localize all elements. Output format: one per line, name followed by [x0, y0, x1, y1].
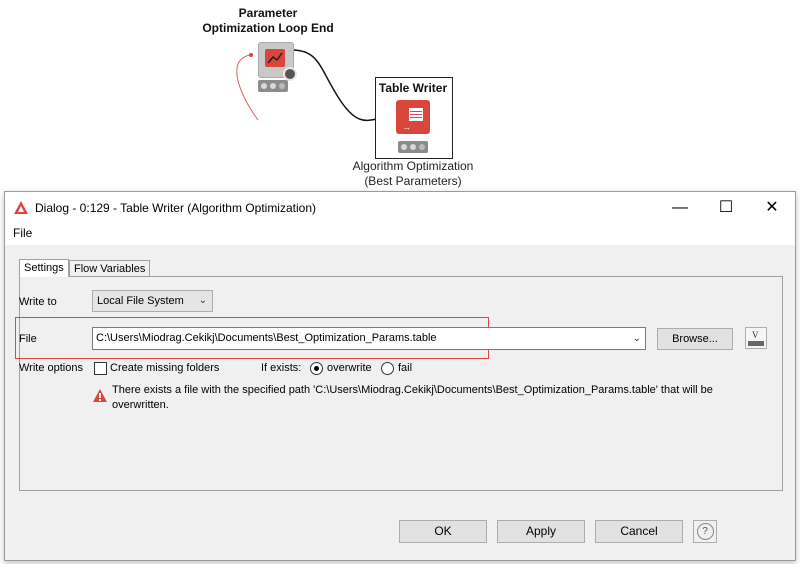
dialog-menubar: File [5, 223, 795, 245]
apply-button[interactable]: Apply [497, 520, 585, 543]
help-icon: ? [696, 523, 714, 540]
dialog-titlebar[interactable]: Dialog - 0:129 - Table Writer (Algorithm… [5, 192, 795, 223]
overwrite-label[interactable]: overwrite [327, 362, 372, 374]
file-path-value: C:\Users\Miodrag.Cekikj\Documents\Best_O… [96, 332, 437, 344]
write-options-label: Write options [19, 362, 83, 374]
table-writer-status-lights [398, 141, 428, 153]
loop-end-node[interactable] [258, 42, 297, 81]
warning-line-2: overwritten. [112, 399, 169, 411]
table-writer-caption-2: (Best Parameters) [364, 174, 462, 188]
chevron-down-icon: ⌄ [632, 333, 641, 344]
browse-button[interactable]: Browse... [657, 328, 733, 350]
write-to-label: Write to [19, 296, 57, 308]
maximize-button[interactable]: ☐ [703, 192, 749, 223]
write-to-select[interactable]: Local File System ⌄ [92, 290, 213, 312]
help-button[interactable]: ? [693, 520, 717, 543]
warning-line-1: There exists a file with the specified p… [112, 384, 713, 396]
loop-end-node-title-2: Optimization Loop End [202, 21, 334, 35]
ok-button[interactable]: OK [399, 520, 487, 543]
create-missing-folders-label[interactable]: Create missing folders [110, 362, 219, 374]
menu-file[interactable]: File [13, 226, 32, 240]
fail-label[interactable]: fail [398, 362, 412, 374]
knime-logo-icon [14, 201, 28, 214]
table-writer-caption-1: Algorithm Optimization [352, 159, 474, 173]
write-to-value: Local File System [97, 295, 184, 307]
flow-variable-icon: V [748, 330, 764, 346]
table-writer-node[interactable]: → [396, 100, 430, 134]
svg-text:V: V [752, 330, 759, 340]
overwrite-radio[interactable] [310, 362, 323, 375]
loop-end-status-lights [258, 80, 288, 92]
tab-flow-variables[interactable]: Flow Variables [69, 260, 151, 277]
warning-icon [93, 389, 107, 402]
file-path-input[interactable]: C:\Users\Miodrag.Cekikj\Documents\Best_O… [92, 327, 646, 350]
create-missing-folders-checkbox[interactable] [94, 362, 107, 375]
if-exists-label: If exists: [261, 362, 302, 374]
flow-variable-button[interactable]: V [745, 327, 767, 349]
table-writer-dialog: Dialog - 0:129 - Table Writer (Algorithm… [4, 191, 796, 561]
loop-end-chart-icon [265, 49, 285, 67]
loop-gear-icon [283, 67, 297, 81]
close-button[interactable]: ✕ [749, 192, 795, 223]
tab-settings[interactable]: Settings [19, 259, 69, 277]
table-grid-icon [409, 108, 423, 121]
table-writer-node-title: Table Writer [378, 81, 448, 95]
cancel-button[interactable]: Cancel [595, 520, 683, 543]
file-label: File [19, 333, 37, 345]
fail-radio[interactable] [381, 362, 394, 375]
dialog-title: Dialog - 0:129 - Table Writer (Algorithm… [35, 201, 316, 215]
loop-end-node-title-1: Parameter [238, 6, 298, 20]
write-arrow-icon: → [402, 122, 411, 132]
overwrite-warning: There exists a file with the specified p… [112, 383, 732, 413]
minimize-button[interactable]: — [657, 192, 703, 223]
chevron-down-icon: ⌄ [198, 295, 207, 306]
